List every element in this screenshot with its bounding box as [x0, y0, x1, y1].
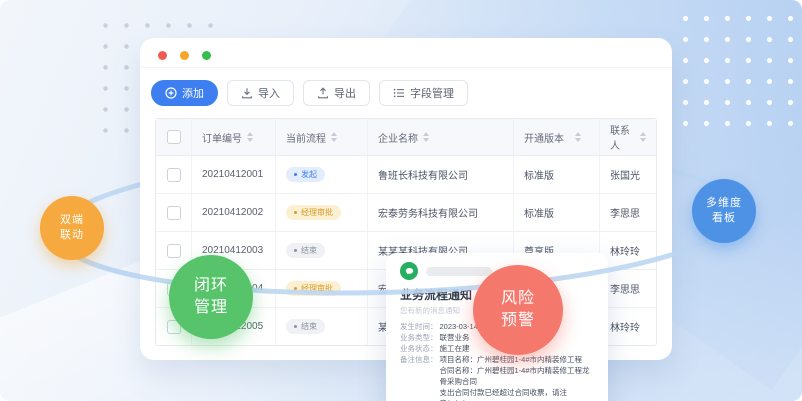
cell-contact: 张国光 — [600, 156, 656, 193]
chat-bubble-icon — [400, 262, 418, 280]
bubble-text: 联动 — [60, 228, 84, 243]
cell-contact: 李思思 — [600, 270, 656, 307]
column-label: 联系人 — [610, 122, 631, 152]
status-dot-icon — [294, 249, 297, 252]
import-icon — [241, 87, 253, 99]
cell-contact: 林玲玲 — [600, 232, 656, 269]
cell-version: 标准版 — [514, 156, 600, 193]
cell-contact: 李思思 — [600, 194, 656, 231]
column-header-flow[interactable]: 当前流程 — [276, 119, 368, 155]
cell-order-no: 20210412002 — [192, 194, 276, 231]
cell-company: 宏泰劳务科技有限公司 — [368, 194, 514, 231]
cell-version: 标准版 — [514, 194, 600, 231]
column-label: 企业名称 — [378, 130, 418, 145]
feature-bubble-dual-link: 双端 联动 — [40, 196, 104, 260]
column-label: 当前流程 — [286, 130, 326, 145]
status-dot-icon — [294, 325, 297, 328]
sort-icon[interactable] — [247, 132, 253, 142]
column-label: 开通版本 — [524, 130, 564, 145]
row-checkbox[interactable] — [167, 244, 181, 258]
toolbar: 添加 导入 导出 — [151, 80, 468, 106]
export-button[interactable]: 导出 — [303, 80, 370, 106]
note-lines: 项目名称：广州碧桂园1-4#市内精装修工程 合同名称：广州碧桂园1-4#市内精装… — [440, 354, 595, 401]
divider — [140, 67, 672, 68]
bubble-text: 预警 — [501, 310, 535, 332]
plus-circle-icon — [165, 87, 177, 99]
cell-contact: 林玲玲 — [600, 308, 656, 345]
field-manage-button-label: 字段管理 — [410, 85, 454, 101]
window-controls — [158, 51, 211, 60]
add-button-label: 添加 — [182, 85, 204, 101]
row-checkbox[interactable] — [167, 206, 181, 220]
marketing-screenshot: 添加 导入 导出 — [0, 0, 802, 401]
cell-order-no: 20210412001 — [192, 156, 276, 193]
cell-company: 鲁班长科技有限公司 — [368, 156, 514, 193]
field-note: 备注信息： 项目名称：广州碧桂园1-4#市内精装修工程 合同名称：广州碧桂园1-… — [400, 354, 594, 401]
table-row[interactable]: 20210412002 经理审批 宏泰劳务科技有限公司 标准版 李思思 — [156, 194, 656, 232]
export-button-label: 导出 — [334, 85, 356, 101]
flow-status-badge: 经理审批 — [286, 205, 341, 220]
table-row[interactable]: 20210412001 发起 鲁班长科技有限公司 标准版 张国光 — [156, 156, 656, 194]
column-header-version[interactable]: 开通版本 — [514, 119, 600, 155]
import-button[interactable]: 导入 — [227, 80, 294, 106]
feature-bubble-closed-loop: 闭环 管理 — [169, 255, 253, 339]
field-list-icon — [393, 87, 405, 99]
column-header-order-no[interactable]: 订单编号 — [192, 119, 276, 155]
bubble-text: 多维度 — [706, 196, 742, 211]
column-label: 订单编号 — [202, 130, 242, 145]
source-name-placeholder — [426, 267, 492, 276]
flow-status-badge: 发起 — [286, 167, 325, 182]
cell-flow: 经理审批 — [276, 270, 368, 307]
bubble-text: 管理 — [194, 297, 228, 319]
bubble-text: 闭环 — [194, 275, 228, 297]
select-all-checkbox[interactable] — [167, 130, 181, 144]
row-checkbox[interactable] — [167, 168, 181, 182]
bubble-text: 风险 — [501, 288, 535, 310]
sort-icon[interactable] — [423, 132, 429, 142]
add-button[interactable]: 添加 — [151, 80, 218, 106]
feature-bubble-risk-warning: 风险 预警 — [473, 265, 563, 355]
bubble-text: 双端 — [60, 213, 84, 228]
table-header-row: 订单编号 当前流程 企业名称 开通版本 联系人 — [156, 119, 656, 156]
status-dot-icon — [294, 287, 297, 290]
window-dot-yellow[interactable] — [180, 51, 189, 60]
field-manage-button[interactable]: 字段管理 — [379, 80, 468, 106]
window-dot-green[interactable] — [202, 51, 211, 60]
sort-icon[interactable] — [331, 132, 337, 142]
bubble-text: 看板 — [712, 211, 736, 226]
feature-bubble-dashboard: 多维度 看板 — [692, 179, 756, 243]
import-button-label: 导入 — [258, 85, 280, 101]
cell-flow: 经理审批 — [276, 194, 368, 231]
cell-flow: 结束 — [276, 308, 368, 345]
flow-status-badge: 结束 — [286, 319, 325, 334]
column-header-contact[interactable]: 联系人 — [600, 119, 656, 155]
cell-flow: 发起 — [276, 156, 368, 193]
flow-status-badge: 经理审批 — [286, 281, 341, 296]
sort-icon[interactable] — [575, 132, 581, 142]
status-dot-icon — [294, 173, 297, 176]
flow-status-badge: 结束 — [286, 243, 325, 258]
dot-grid-right — [675, 8, 802, 128]
column-header-company[interactable]: 企业名称 — [368, 119, 514, 155]
export-icon — [317, 87, 329, 99]
cell-flow: 结束 — [276, 232, 368, 269]
status-dot-icon — [294, 211, 297, 214]
window-dot-red[interactable] — [158, 51, 167, 60]
sort-icon[interactable] — [640, 132, 646, 142]
